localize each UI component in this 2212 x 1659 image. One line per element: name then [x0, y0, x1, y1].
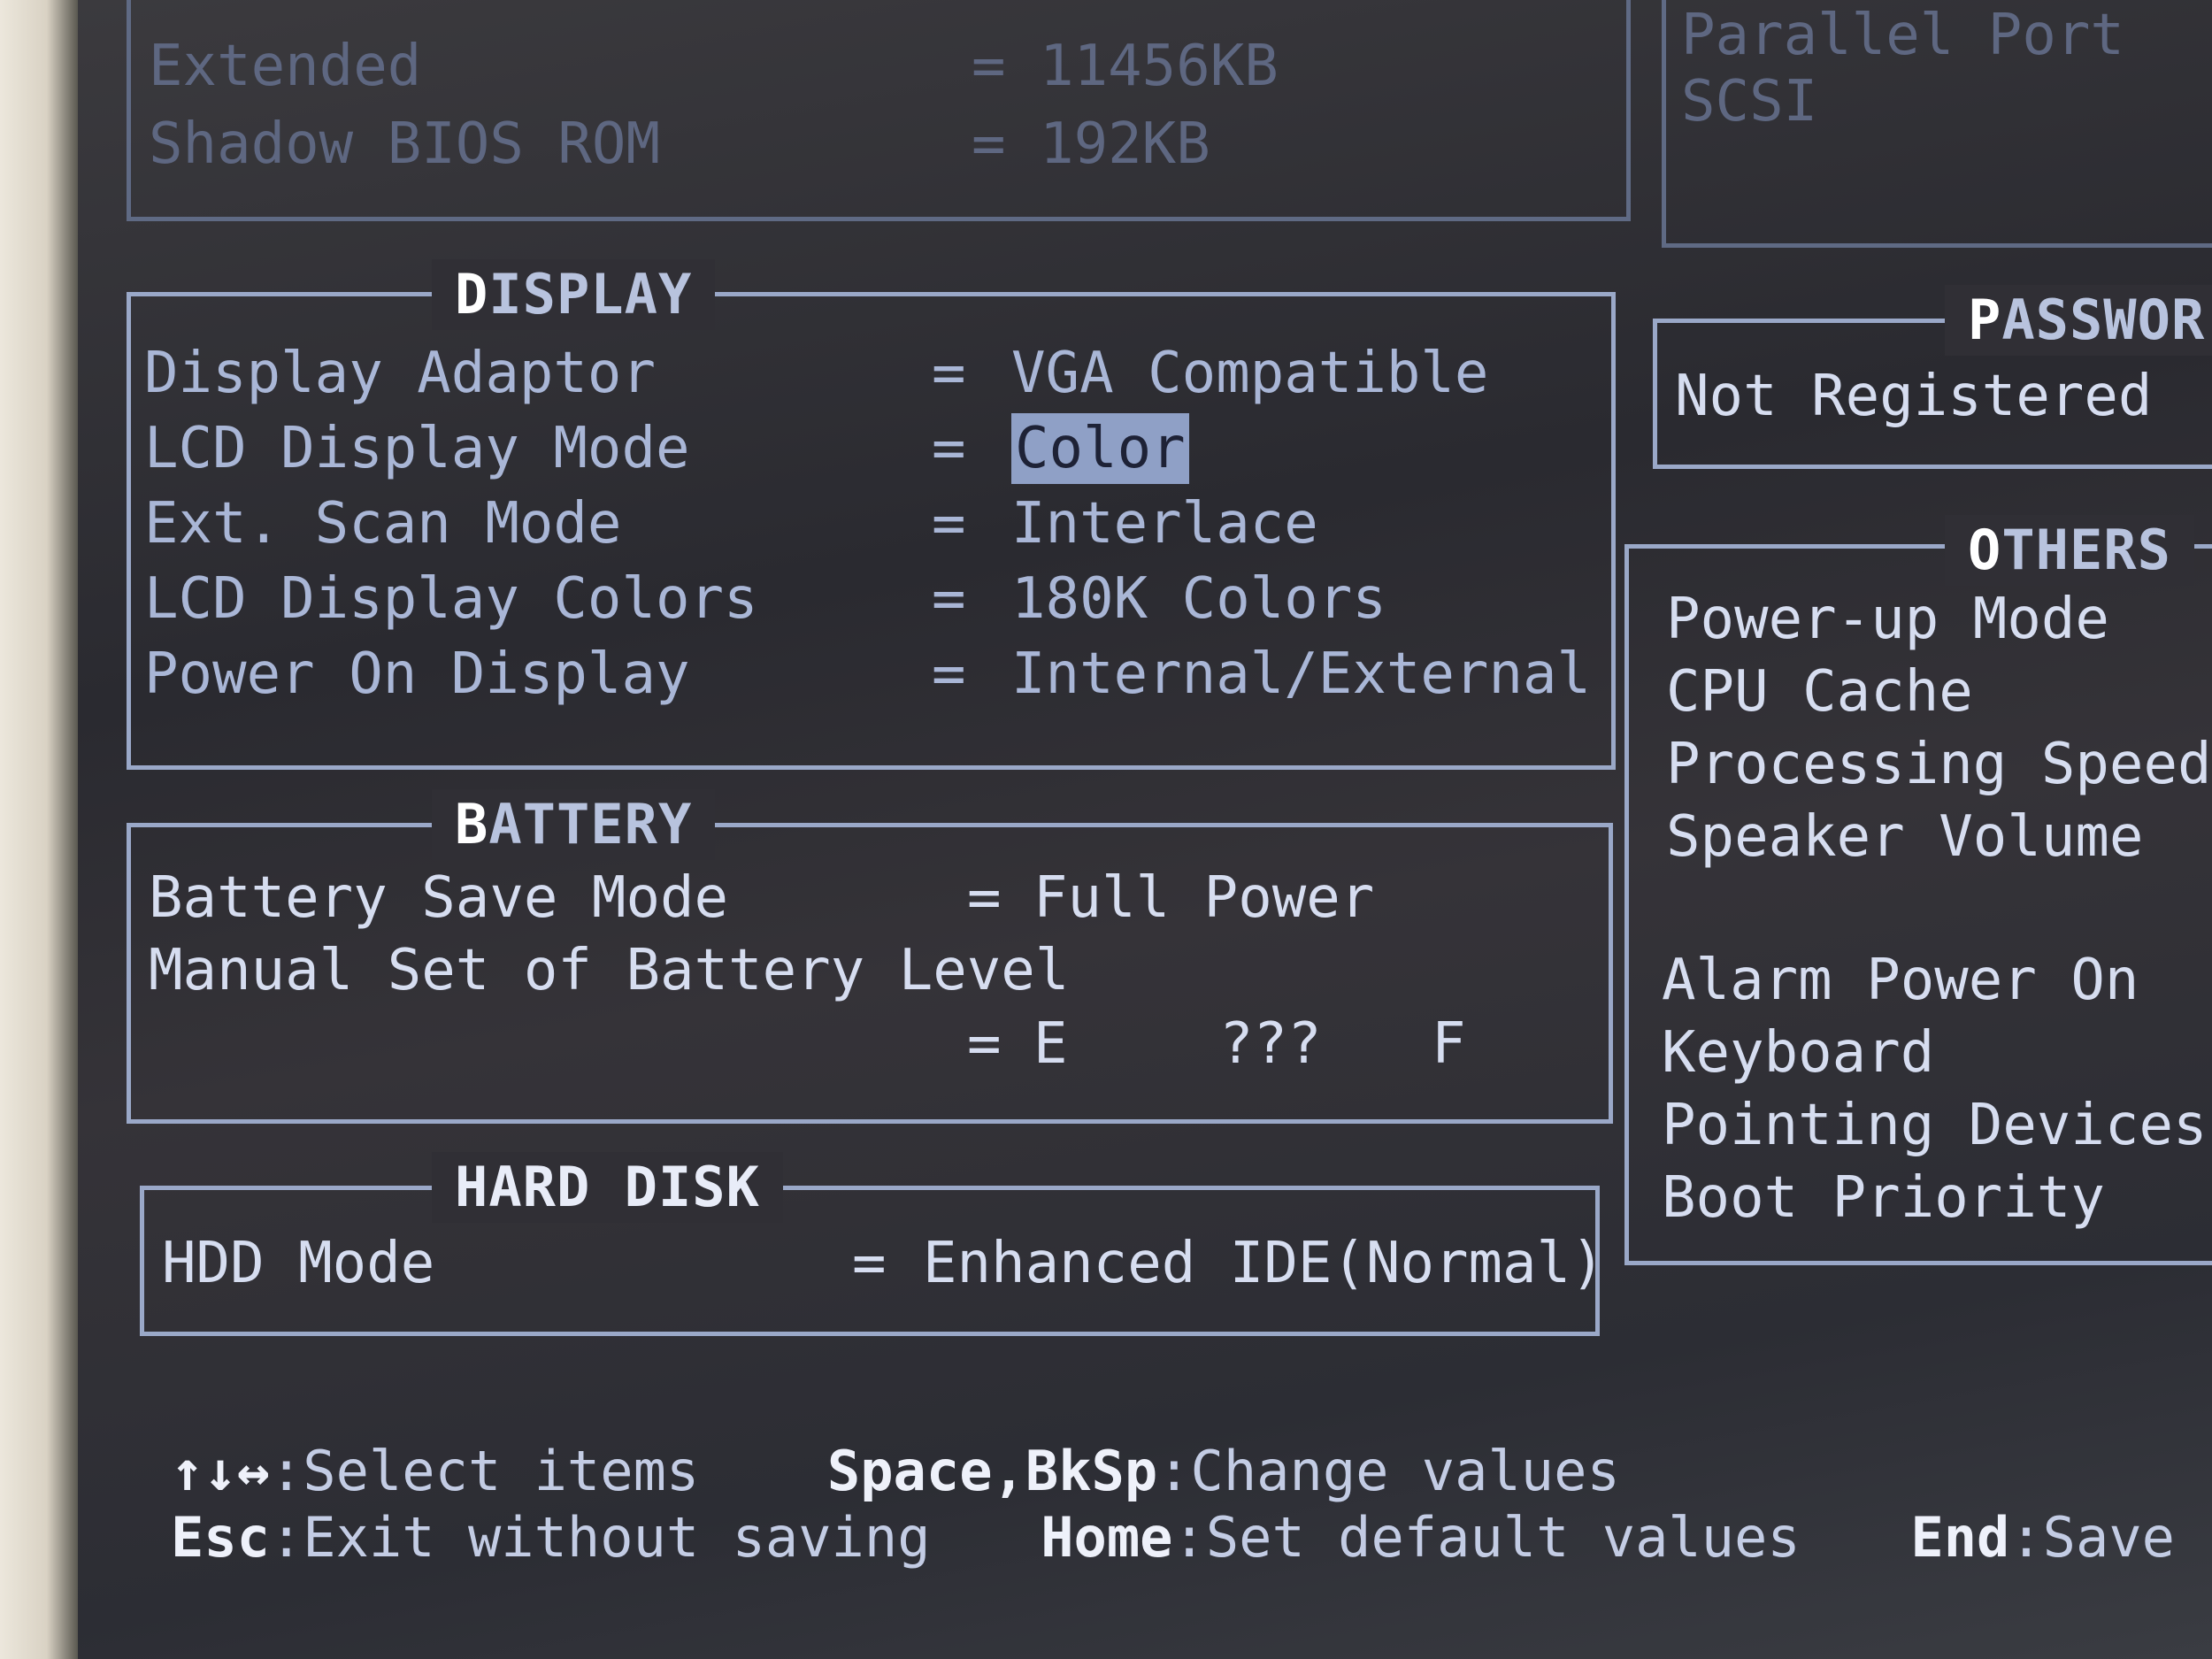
help-select-items: :Select items	[269, 1439, 700, 1503]
help-home-key: Home	[1041, 1505, 1173, 1570]
hdd-mode-row[interactable]: HDD Mode = Enhanced IDE(Normal)	[162, 1228, 1605, 1299]
ports-scsi: SCSI	[1681, 69, 1818, 134]
power-on-display-row[interactable]: Power On Display = Internal/External	[144, 639, 1591, 710]
password-panel-title: PASSWOR	[1945, 285, 2212, 356]
lcd-display-colors-value[interactable]: 180K Colors	[1011, 564, 1386, 634]
memory-extended-row: Extended = 11456KB	[149, 31, 1279, 102]
memory-extended-value: = 11456KB	[972, 34, 1279, 99]
help-end-key: End	[1910, 1505, 2010, 1570]
ext-scan-mode-value[interactable]: Interlace	[1011, 488, 1318, 559]
display-panel-title: DISPLAY	[432, 259, 716, 330]
others-item-speaker-volume[interactable]: Speaker Volume	[1666, 802, 2143, 872]
memory-shadow-row: Shadow BIOS ROM = 192KB	[149, 109, 1210, 180]
harddisk-panel-title: HARD DISK	[432, 1152, 783, 1223]
memory-shadow-value: = 192KB	[972, 111, 1210, 177]
battery-level-full: F	[1432, 1011, 1466, 1077]
display-adaptor-value[interactable]: VGA Compatible	[1011, 338, 1488, 409]
help-esc-key: Esc	[171, 1505, 270, 1570]
help-exit-without-saving: :Exit without saving	[269, 1505, 931, 1570]
others-item-pointing-devices[interactable]: Pointing Devices	[1662, 1090, 2208, 1161]
display-adaptor-row[interactable]: Display Adaptor = VGA Compatible	[144, 338, 1488, 409]
lcd-display-mode-value[interactable]: Color	[1011, 413, 1189, 484]
arrow-keys-icon: ↑↓↔	[171, 1439, 270, 1503]
hdd-mode-label: HDD Mode	[162, 1231, 435, 1296]
power-on-display-value[interactable]: Internal/External	[1011, 639, 1591, 710]
others-item-keyboard[interactable]: Keyboard	[1662, 1018, 1934, 1088]
ext-scan-mode-label: Ext. Scan Mode	[144, 491, 622, 557]
lcd-display-mode-label: LCD Display Mode	[144, 416, 690, 481]
battery-save-mode-label: Battery Save Mode	[149, 865, 729, 931]
others-item-alarm-power-on[interactable]: Alarm Power On	[1662, 945, 2139, 1016]
help-change-values: :Change values	[1157, 1439, 1620, 1503]
others-item-processing-speed[interactable]: Processing Speed	[1666, 729, 2212, 800]
others-item-cpu-cache[interactable]: CPU Cache	[1666, 657, 1973, 727]
battery-level-empty: E	[1033, 1011, 1068, 1077]
monitor-bezel	[0, 0, 78, 1659]
password-status[interactable]: Not Registered	[1675, 361, 2152, 432]
help-line-2: Esc:Exit without saving Home:Set default…	[171, 1504, 2175, 1571]
battery-save-mode-value[interactable]: Full Power	[1033, 863, 1374, 933]
battery-panel-title: BATTERY	[432, 789, 716, 860]
lcd-display-colors-label: LCD Display Colors	[144, 566, 758, 632]
display-adaptor-label: Display Adaptor	[144, 341, 656, 406]
others-item-power-up-mode[interactable]: Power-up Mode	[1666, 584, 2109, 655]
help-save: :Save	[2009, 1505, 2175, 1570]
help-space-key: Space,BkSp	[826, 1439, 1158, 1503]
bios-setup-screen: Extended = 11456KB Shadow BIOS ROM = 192…	[78, 0, 2212, 1659]
memory-extended-label: Extended	[149, 34, 422, 99]
ports-parallel: Parallel Port	[1681, 3, 2124, 68]
battery-manual-label: Manual Set of Battery Level	[149, 938, 1070, 1003]
lcd-display-colors-row[interactable]: LCD Display Colors = 180K Colors	[144, 564, 1386, 634]
battery-level-value[interactable]: ???	[1219, 1009, 1322, 1079]
battery-save-mode-row[interactable]: Battery Save Mode = Full Power	[149, 863, 1374, 933]
help-set-default-values: :Set default values	[1172, 1505, 1801, 1570]
lcd-display-mode-row[interactable]: LCD Display Mode = Color	[144, 413, 1189, 484]
others-panel-title: OTHERS	[1945, 515, 2194, 586]
help-line-1: ↑↓↔:Select items Space,BkSp:Change value…	[171, 1438, 1620, 1505]
ext-scan-mode-row[interactable]: Ext. Scan Mode = Interlace	[144, 488, 1318, 559]
hdd-mode-value[interactable]: Enhanced IDE(Normal)	[923, 1228, 1605, 1299]
memory-shadow-label: Shadow BIOS ROM	[149, 111, 660, 177]
others-item-boot-priority[interactable]: Boot Priority	[1662, 1163, 2105, 1233]
power-on-display-label: Power On Display	[144, 641, 690, 707]
